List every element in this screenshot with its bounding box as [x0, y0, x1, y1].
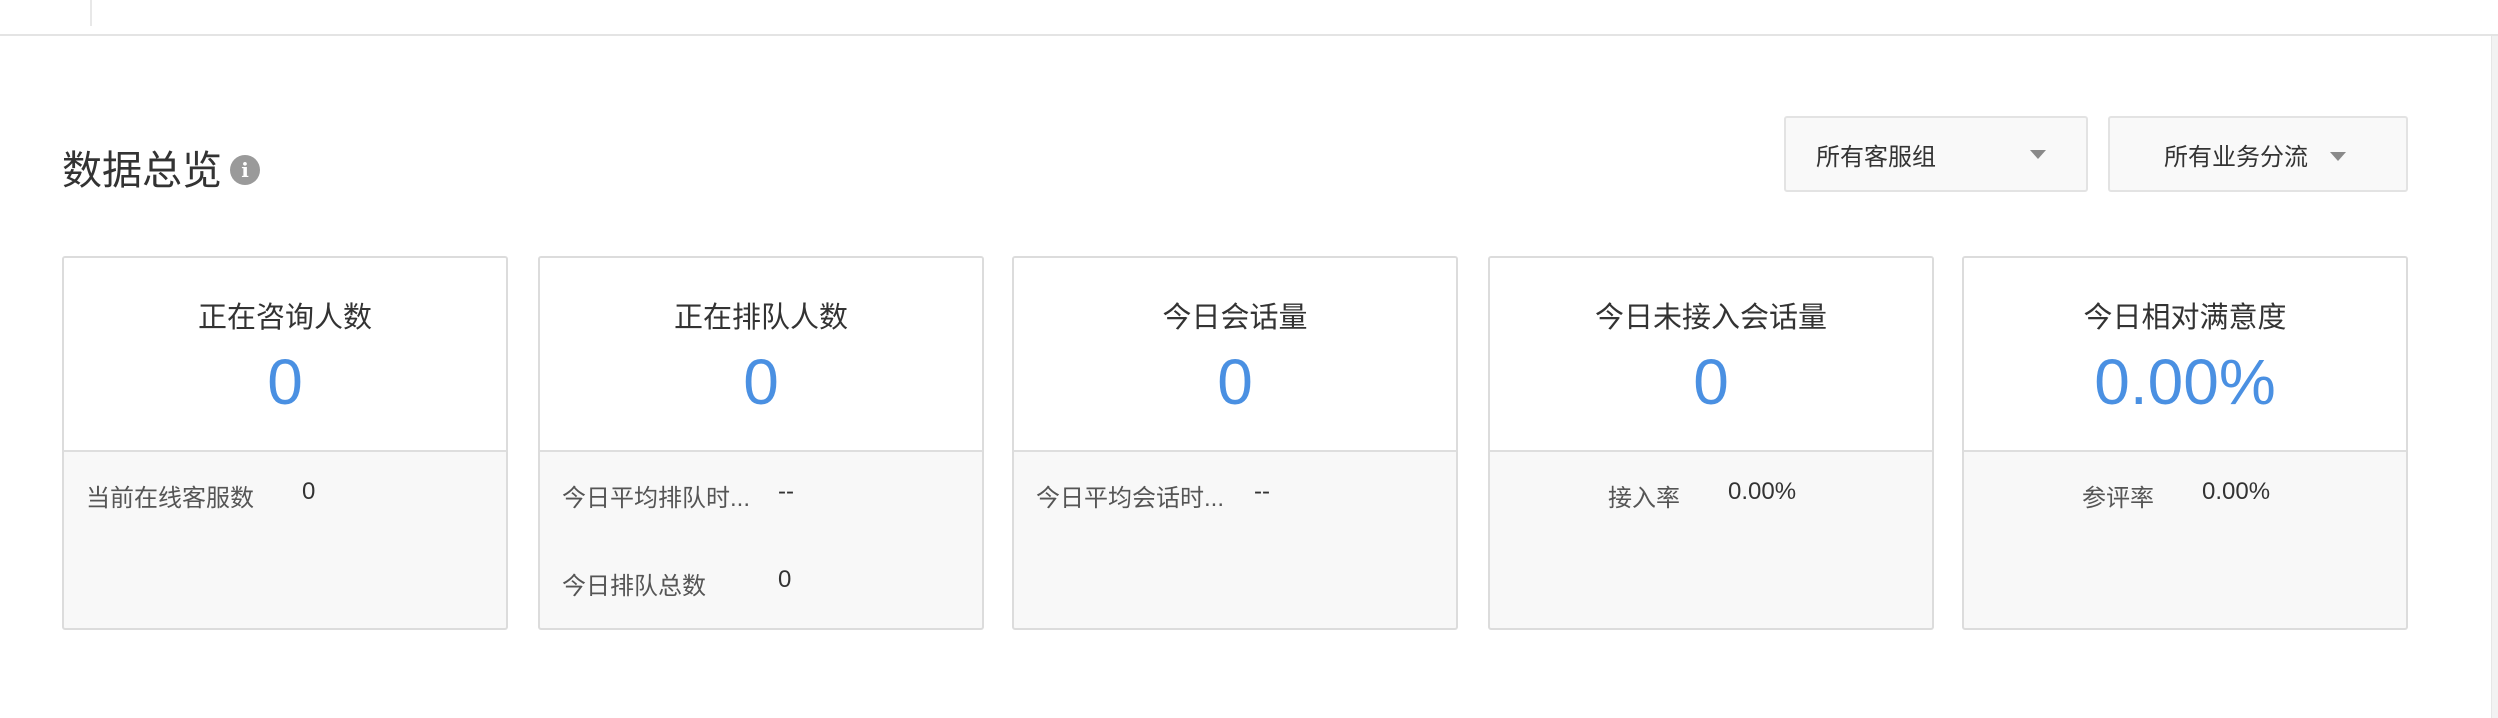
metric-card-consulting: 正在咨询人数 0 当前在线客服数 0 [62, 256, 508, 630]
stat-label: 接入率 [1608, 485, 1680, 512]
metric-card-details: 参评率 0.00% [1964, 452, 2406, 628]
metric-card-header: 正在排队人数 0 [540, 258, 982, 452]
metric-value: 0 [1693, 346, 1729, 418]
top-bar-divider [90, 0, 92, 26]
service-group-select-label: 所有客服组 [1816, 143, 1936, 171]
stat-value: 0 [302, 478, 316, 505]
metric-card-sessions: 今日会话量 0 今日平均会话时... -- [1012, 256, 1458, 630]
metric-card-details: 当前在线客服数 0 [64, 452, 506, 628]
stat-label: 参评率 [2082, 485, 2154, 512]
stat-label: 今日平均排队时... [562, 485, 751, 512]
metric-value: 0.00% [2094, 346, 2276, 418]
chevron-down-icon [2330, 152, 2346, 161]
metric-title: 今日相对满意度 [2083, 302, 2287, 334]
metric-title: 今日会话量 [1162, 302, 1308, 334]
stat-value: -- [778, 478, 794, 505]
metric-card-satisfaction: 今日相对满意度 0.00% 参评率 0.00% [1962, 256, 2408, 630]
stat-value: 0 [778, 566, 792, 593]
metric-card-header: 正在咨询人数 0 [64, 258, 506, 452]
vertical-scrollbar[interactable] [2491, 36, 2498, 718]
info-icon[interactable]: i [230, 155, 260, 185]
metric-title: 正在排队人数 [673, 302, 848, 334]
metric-card-queueing: 正在排队人数 0 今日平均排队时... -- 今日排队总数 0 [538, 256, 984, 630]
service-group-select[interactable]: 所有客服组 [1784, 116, 2088, 192]
page-title: 数据总览 [62, 149, 222, 193]
metric-card-header: 今日相对满意度 0.00% [1964, 258, 2406, 452]
metric-card-header: 今日未接入会话量 0 [1490, 258, 1932, 452]
chevron-down-icon [2030, 150, 2046, 159]
stat-label: 当前在线客服数 [86, 485, 254, 512]
stat-value: 0.00% [2202, 478, 2271, 505]
stat-label: 今日平均会话时... [1036, 485, 1225, 512]
metric-card-unanswered: 今日未接入会话量 0 接入率 0.00% [1488, 256, 1934, 630]
metric-value: 0 [743, 346, 779, 418]
metric-title: 正在咨询人数 [197, 302, 372, 334]
metric-value: 0 [1217, 346, 1253, 418]
business-flow-select[interactable]: 所有业务分流 [2108, 116, 2408, 192]
stat-label: 今日排队总数 [562, 573, 706, 600]
stat-value: 0.00% [1728, 478, 1797, 505]
business-flow-select-label: 所有业务分流 [2164, 143, 2308, 171]
top-bar [0, 0, 2498, 36]
page-header: 数据总览 i [62, 138, 260, 196]
metric-value: 0 [267, 346, 303, 418]
stat-value: -- [1254, 478, 1270, 505]
metric-title: 今日未接入会话量 [1594, 302, 1827, 334]
metric-card-details: 今日平均排队时... -- 今日排队总数 0 [540, 452, 982, 628]
metric-card-details: 接入率 0.00% [1490, 452, 1932, 628]
metric-card-header: 今日会话量 0 [1014, 258, 1456, 452]
metric-card-details: 今日平均会话时... -- [1014, 452, 1456, 628]
